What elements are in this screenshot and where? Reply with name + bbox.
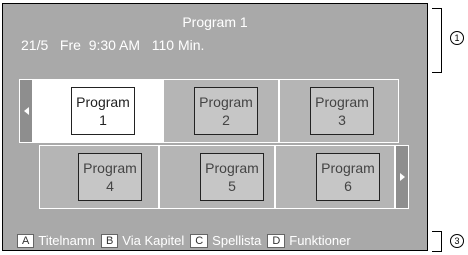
program-card-1[interactable]: Program 1: [71, 87, 135, 135]
program-card-label: Program: [205, 160, 259, 176]
thumbnail-row-2: Program 4 Program 5 Program 6: [39, 145, 413, 209]
thumbnail-row-1: Program 1 Program 2 Program 3: [19, 79, 399, 143]
callout-marker-3: 3: [450, 234, 464, 248]
thumbnail-slot-4[interactable]: Program 4: [39, 145, 159, 209]
key-b-via-kapitel[interactable]: B Via Kapitel: [100, 233, 185, 248]
callout-bracket-1: [432, 8, 442, 73]
thumbnail-slot-1[interactable]: Program 1: [33, 79, 163, 143]
program-browser-screen: Program 1 21/5 Fre 9:30 AM 110 Min. Prog…: [2, 3, 428, 251]
program-card-number: 2: [222, 112, 230, 128]
key-a-titelnamn[interactable]: A Titelnamn: [17, 233, 95, 248]
key-a-label: Titelnamn: [38, 233, 95, 248]
program-title: Program 1: [182, 14, 248, 30]
program-card-6[interactable]: Program 6: [316, 153, 380, 201]
program-card-number: 6: [344, 178, 352, 194]
thumbnail-slot-6[interactable]: Program 6: [275, 145, 395, 209]
key-b-badge: B: [100, 233, 119, 248]
program-card-label: Program: [321, 160, 375, 176]
program-card-5[interactable]: Program 5: [200, 153, 264, 201]
callout-bracket-3: [432, 231, 442, 252]
previous-page-button[interactable]: [19, 79, 33, 143]
program-card-number: 1: [99, 112, 107, 128]
arrow-left-icon: [23, 107, 29, 115]
key-d-badge: D: [267, 233, 286, 248]
program-card-label: Program: [83, 160, 137, 176]
program-card-label: Program: [199, 94, 253, 110]
key-c-spellista[interactable]: C Spellista: [190, 233, 261, 248]
key-b-label: Via Kapitel: [122, 233, 185, 248]
thumbnail-slot-5[interactable]: Program 5: [159, 145, 275, 209]
program-card-2[interactable]: Program 2: [194, 87, 258, 135]
key-c-badge: C: [190, 233, 209, 248]
key-d-label: Funktioner: [289, 233, 351, 248]
function-key-bar: A Titelnamn B Via Kapitel C Spellista D …: [17, 233, 357, 248]
key-d-funktioner[interactable]: D Funktioner: [267, 233, 351, 248]
program-card-label: Program: [315, 94, 369, 110]
program-card-3[interactable]: Program 3: [310, 87, 374, 135]
arrow-right-icon: [399, 173, 405, 181]
program-info: 21/5 Fre 9:30 AM 110 Min.: [21, 37, 205, 53]
program-card-number: 3: [338, 112, 346, 128]
thumbnail-slot-2[interactable]: Program 2: [163, 79, 279, 143]
program-card-4[interactable]: Program 4: [78, 153, 142, 201]
key-c-label: Spellista: [212, 233, 262, 248]
program-card-label: Program: [76, 94, 130, 110]
callout-marker-1: 1: [450, 31, 464, 45]
program-card-number: 5: [228, 178, 236, 194]
next-page-button[interactable]: [395, 145, 409, 209]
thumbnail-slot-3[interactable]: Program 3: [279, 79, 399, 143]
program-card-number: 4: [106, 178, 114, 194]
key-a-badge: A: [17, 233, 35, 248]
